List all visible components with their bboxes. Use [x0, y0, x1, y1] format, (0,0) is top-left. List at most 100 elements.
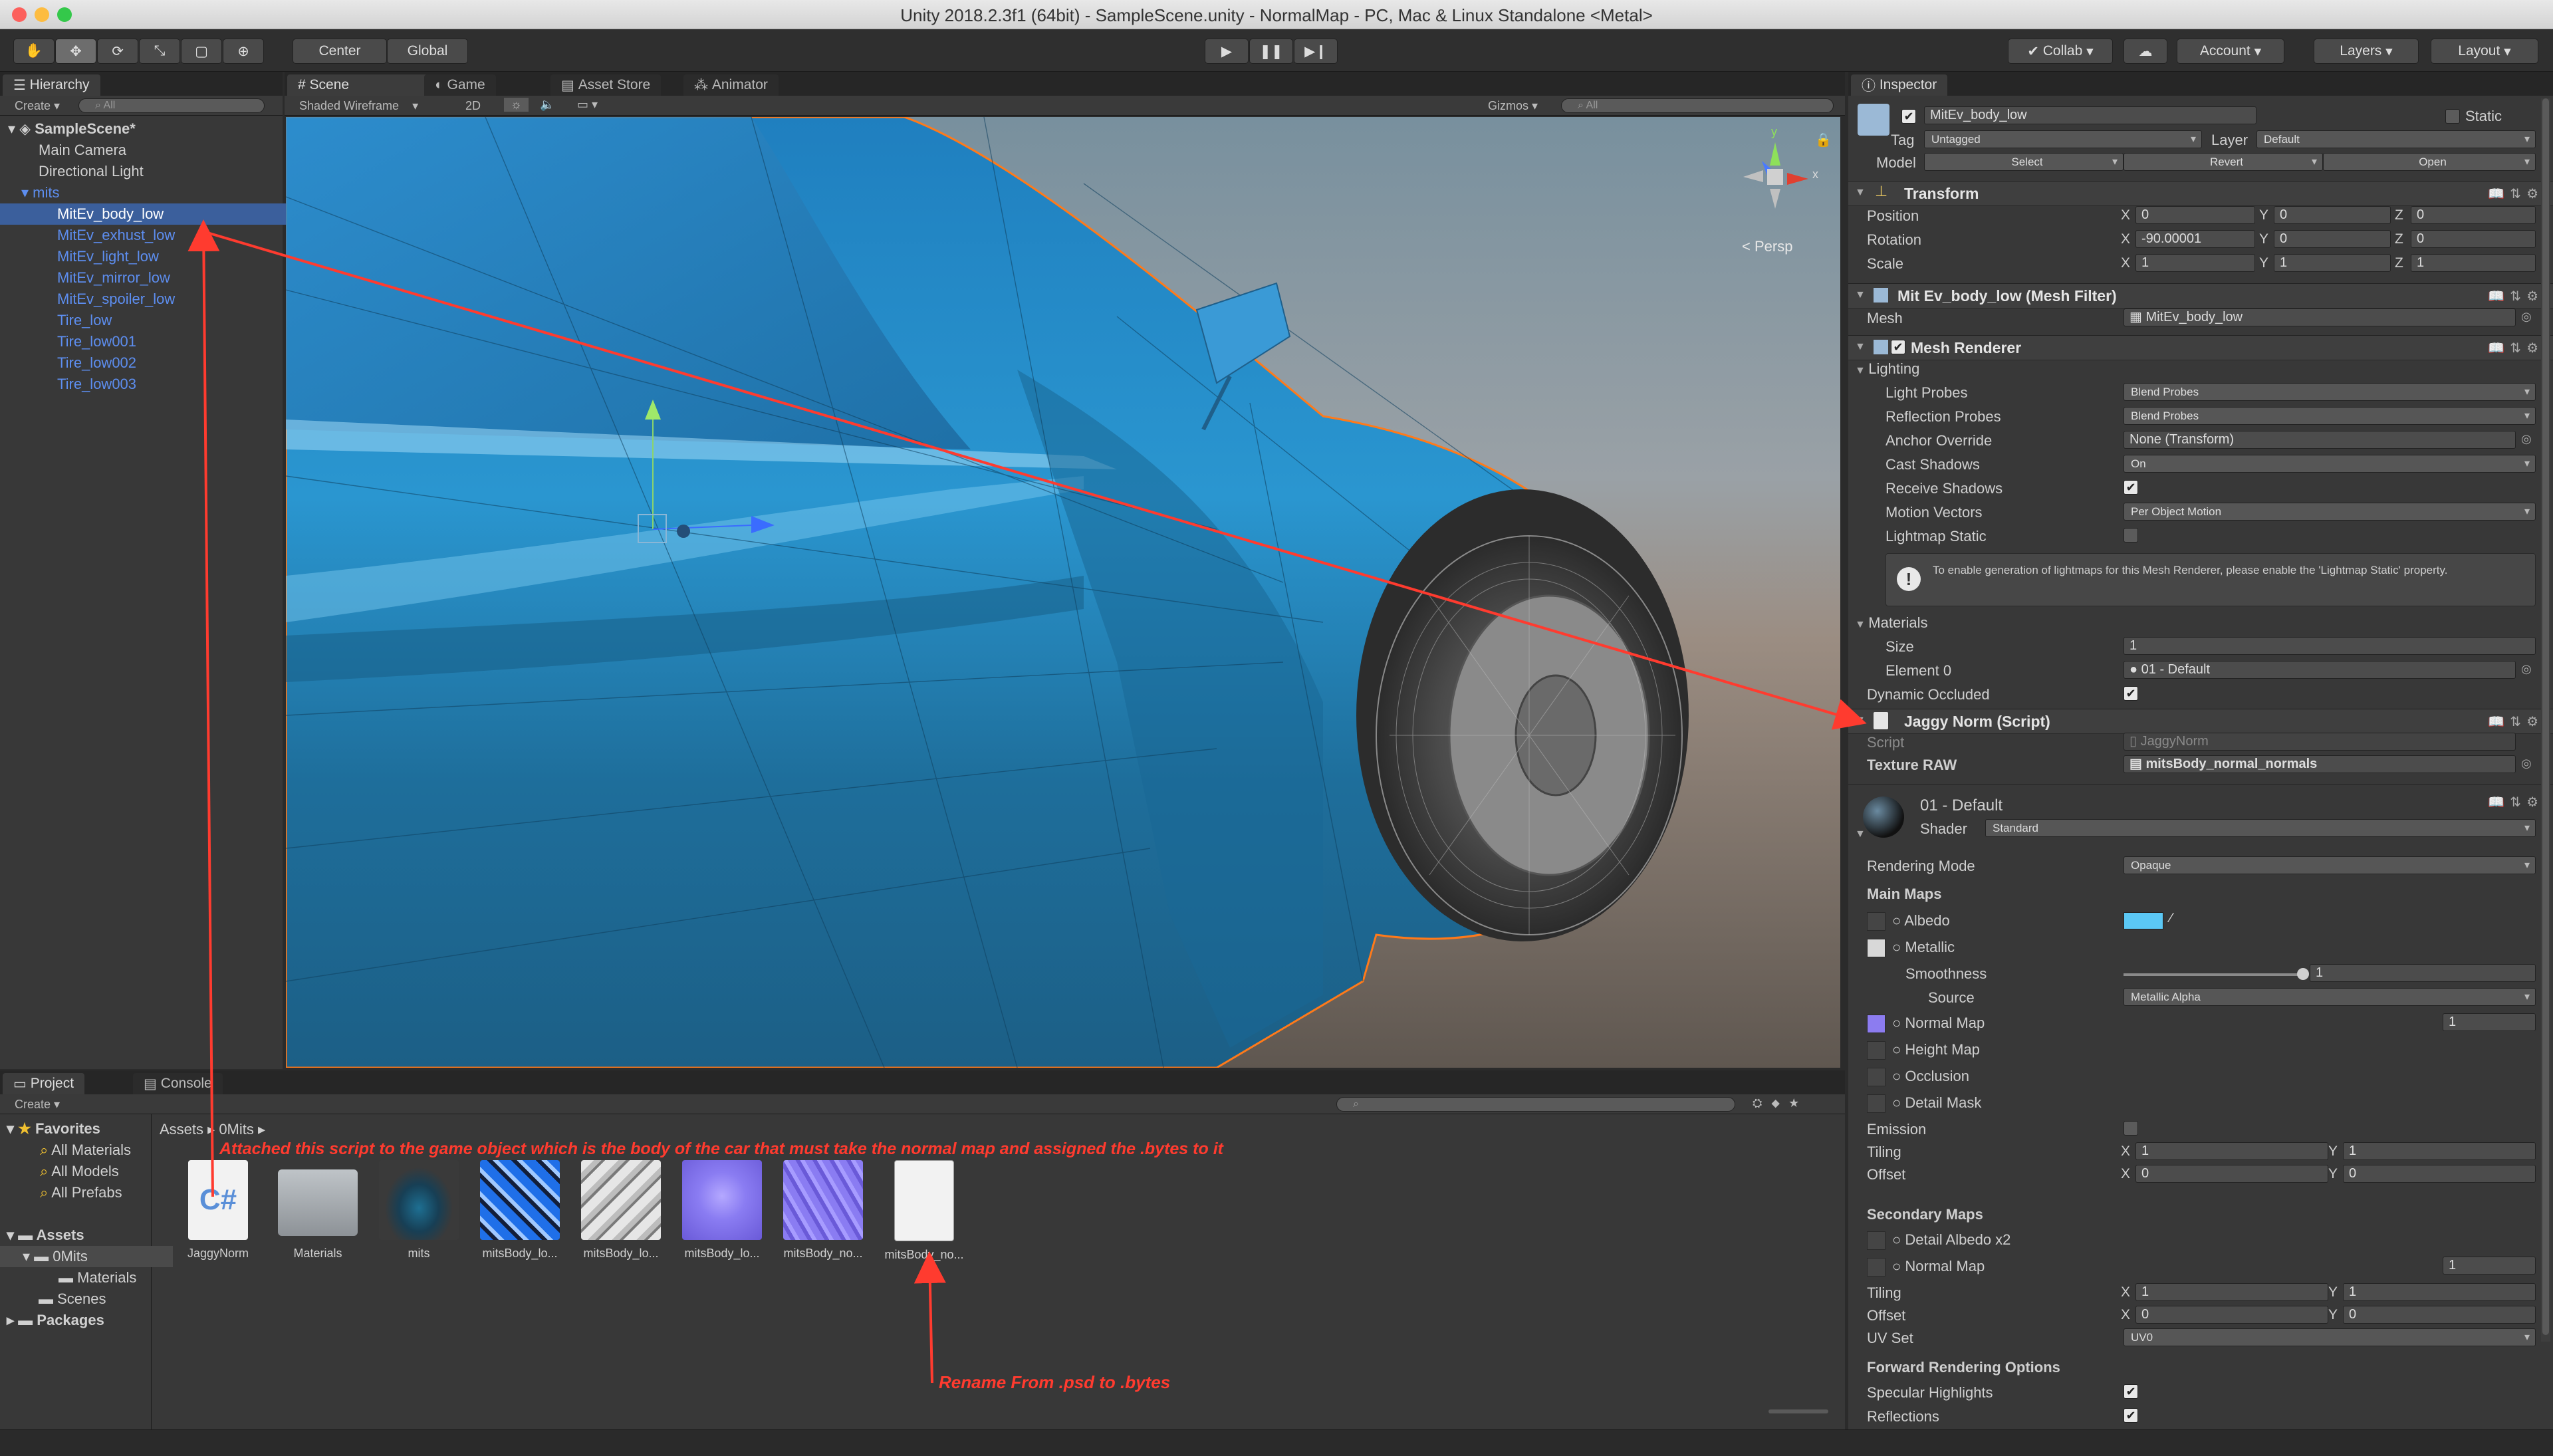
position-x-field[interactable]: 0 — [2135, 206, 2255, 224]
layout-dropdown[interactable]: Layout ▾ — [2431, 39, 2538, 64]
assets-folder-item[interactable]: ▾ ▬ Assets — [0, 1225, 157, 1246]
anchor-override-field[interactable]: None (Transform) — [2124, 431, 2516, 449]
component-menu-icons[interactable]: 📖⇅⚙ — [2488, 794, 2544, 810]
tiling2-x-field[interactable]: 1 — [2135, 1283, 2328, 1301]
tab-game[interactable]: ◐ Game — [424, 74, 496, 96]
thumbnail-size-slider[interactable] — [1768, 1409, 1828, 1413]
cloud-button[interactable]: ☁ — [2124, 39, 2167, 64]
layer-dropdown[interactable]: Default — [2256, 130, 2536, 148]
hand-tool-button[interactable]: ✋ — [13, 39, 55, 64]
albedo-texture-slot[interactable] — [1867, 912, 1885, 931]
hierarchy-item-directional-light[interactable]: Directional Light — [0, 161, 318, 182]
favorite-all-prefabs[interactable]: ⌕ All Prefabs — [0, 1182, 190, 1203]
persp-label[interactable]: < Persp — [1742, 238, 1792, 255]
pause-button[interactable]: ❚❚ — [1249, 39, 1293, 64]
offset2-y-field[interactable]: 0 — [2343, 1306, 2536, 1324]
texture-raw-field[interactable]: ▤ mitsBody_normal_normals — [2124, 755, 2516, 773]
model-open-button[interactable]: Open — [2323, 153, 2536, 171]
detail-normal-texture-slot[interactable] — [1867, 1258, 1885, 1276]
tab-console[interactable]: ▤ Console — [133, 1073, 223, 1094]
cast-shadows-dropdown[interactable]: On — [2124, 455, 2536, 473]
mesh-renderer-header[interactable]: ▼ ✔ Mesh Renderer 📖⇅⚙ — [1848, 335, 2553, 360]
hierarchy-search-input[interactable]: ⌕ All — [78, 98, 265, 113]
object-name-field[interactable]: MitEv_body_low — [1924, 106, 2256, 124]
jaggy-norm-header[interactable]: ▼ Jaggy Norm (Script) 📖⇅⚙ — [1848, 709, 2553, 734]
offset-x-field[interactable]: 0 — [2135, 1165, 2328, 1183]
rotation-y-field[interactable]: 0 — [2274, 230, 2391, 248]
motion-vectors-dropdown[interactable]: Per Object Motion — [2124, 503, 2536, 521]
hierarchy-item-mits[interactable]: ▾ mits — [0, 182, 301, 203]
reflections-checkbox[interactable]: ✔ — [2124, 1408, 2138, 1423]
position-z-field[interactable]: 0 — [2411, 206, 2536, 224]
project-create-button[interactable]: Create ▾ — [15, 1098, 60, 1112]
component-menu-icons[interactable]: 📖⇅⚙ — [2488, 288, 2544, 304]
inspector-scrollbar-thumb[interactable] — [2542, 98, 2549, 1335]
project-search-input[interactable]: ⌕ — [1336, 1097, 1735, 1112]
mesh-renderer-enabled-checkbox[interactable]: ✔ — [1891, 340, 1905, 354]
packages-folder-item[interactable]: ▸ ▬ Packages — [0, 1310, 157, 1331]
pivot-global-button[interactable]: Global — [387, 39, 468, 64]
breadcrumb-assets[interactable]: Assets — [160, 1121, 203, 1138]
scene-root-item[interactable]: ▾ ◈ SampleScene* — [0, 118, 279, 140]
play-button[interactable]: ▶ — [1205, 39, 1249, 64]
model-revert-button[interactable]: Revert — [2124, 153, 2323, 171]
mesh-filter-header[interactable]: ▼ Mit Ev_body_low (Mesh Filter) 📖⇅⚙ — [1848, 283, 2553, 308]
scale-z-field[interactable]: 1 — [2411, 254, 2536, 272]
occlusion-texture-slot[interactable] — [1867, 1068, 1885, 1086]
dynamic-occluded-checkbox[interactable]: ✔ — [2124, 686, 2138, 701]
pivot-center-button[interactable]: Center — [293, 39, 387, 64]
2d-toggle[interactable]: 2D — [465, 99, 481, 113]
inspector-scrollbar[interactable] — [2541, 98, 2550, 1342]
uv-set-dropdown[interactable]: UV0 — [2124, 1328, 2536, 1346]
object-picker-icon[interactable]: ◎ — [2521, 432, 2532, 446]
lightmap-static-checkbox[interactable] — [2124, 528, 2138, 543]
collab-dropdown[interactable]: ✔ Collab ▾ — [2008, 39, 2113, 64]
component-menu-icons[interactable]: 📖⇅⚙ — [2488, 185, 2544, 202]
detail-mask-texture-slot[interactable] — [1867, 1094, 1885, 1113]
detail-albedo-texture-slot[interactable] — [1867, 1231, 1885, 1250]
tag-dropdown[interactable]: Untagged — [1924, 130, 2202, 148]
rect-tool-button[interactable]: ▢ — [181, 39, 222, 64]
folder-scenes[interactable]: ▬ Scenes — [0, 1288, 189, 1310]
object-picker-icon[interactable]: ◎ — [2521, 662, 2532, 676]
smoothness-field[interactable]: 1 — [2310, 964, 2536, 982]
transform-header[interactable]: ▼ ⊥ Transform 📖⇅⚙ — [1848, 181, 2553, 206]
tab-animator[interactable]: ⁂ Animator — [683, 74, 779, 96]
asset-mitsbody-normal-bytes[interactable]: mitsBody_no... — [878, 1160, 971, 1262]
smoothness-slider-knob[interactable] — [2297, 968, 2309, 980]
albedo-color-swatch[interactable] — [2124, 912, 2163, 929]
transform-tool-button[interactable]: ⊕ — [223, 39, 264, 64]
shading-mode-dropdown[interactable]: Shaded Wireframe ▾ — [299, 99, 418, 113]
shader-dropdown[interactable]: Standard — [1985, 819, 2536, 837]
tab-hierarchy[interactable]: ☰ Hierarchy — [3, 74, 100, 96]
scene-search-input[interactable]: ⌕ All — [1561, 98, 1834, 113]
scene-viewport[interactable]: y x < Persp 🔒 — [286, 117, 1840, 1068]
smoothness-slider[interactable] — [2124, 968, 2309, 980]
rotation-z-field[interactable]: 0 — [2411, 230, 2536, 248]
favorite-all-models[interactable]: ⌕ All Models — [0, 1161, 190, 1182]
asset-mitsbody-texture-3[interactable]: mitsBody_lo... — [675, 1160, 769, 1261]
materials-size-field[interactable]: 1 — [2124, 637, 2536, 655]
breadcrumb-0mits[interactable]: 0Mits — [219, 1121, 254, 1138]
tiling-x-field[interactable]: 1 — [2135, 1142, 2328, 1160]
folder-0mits[interactable]: ▾ ▬ 0Mits — [0, 1246, 173, 1267]
position-y-field[interactable]: 0 — [2274, 206, 2391, 224]
step-button[interactable]: ▶❙ — [1294, 39, 1338, 64]
layers-dropdown[interactable]: Layers ▾ — [2314, 39, 2419, 64]
offset2-x-field[interactable]: 0 — [2135, 1306, 2328, 1324]
reflection-probes-dropdown[interactable]: Blend Probes — [2124, 407, 2536, 425]
active-checkbox[interactable]: ✔ — [1901, 109, 1916, 124]
emission-checkbox[interactable] — [2124, 1121, 2138, 1136]
account-dropdown[interactable]: Account ▾ — [2177, 39, 2284, 64]
asset-jaggynorm-script[interactable]: C# JaggyNorm — [172, 1160, 265, 1261]
receive-shadows-checkbox[interactable]: ✔ — [2124, 480, 2138, 495]
scale-y-field[interactable]: 1 — [2274, 254, 2391, 272]
gizmos-dropdown[interactable]: Gizmos ▾ — [1488, 99, 1538, 113]
audio-toggle[interactable]: 🔈 — [540, 98, 554, 112]
lock-icon[interactable]: 🔒 — [1815, 132, 1832, 148]
mesh-field[interactable]: ▦ MitEv_body_low — [2124, 308, 2516, 326]
rotate-tool-button[interactable]: ⟳ — [97, 39, 138, 64]
rendering-mode-dropdown[interactable]: Opaque — [2124, 856, 2536, 874]
materials-foldout[interactable]: ▼ Materials — [1855, 614, 1928, 632]
rotation-x-field[interactable]: -90.00001 — [2135, 230, 2255, 248]
